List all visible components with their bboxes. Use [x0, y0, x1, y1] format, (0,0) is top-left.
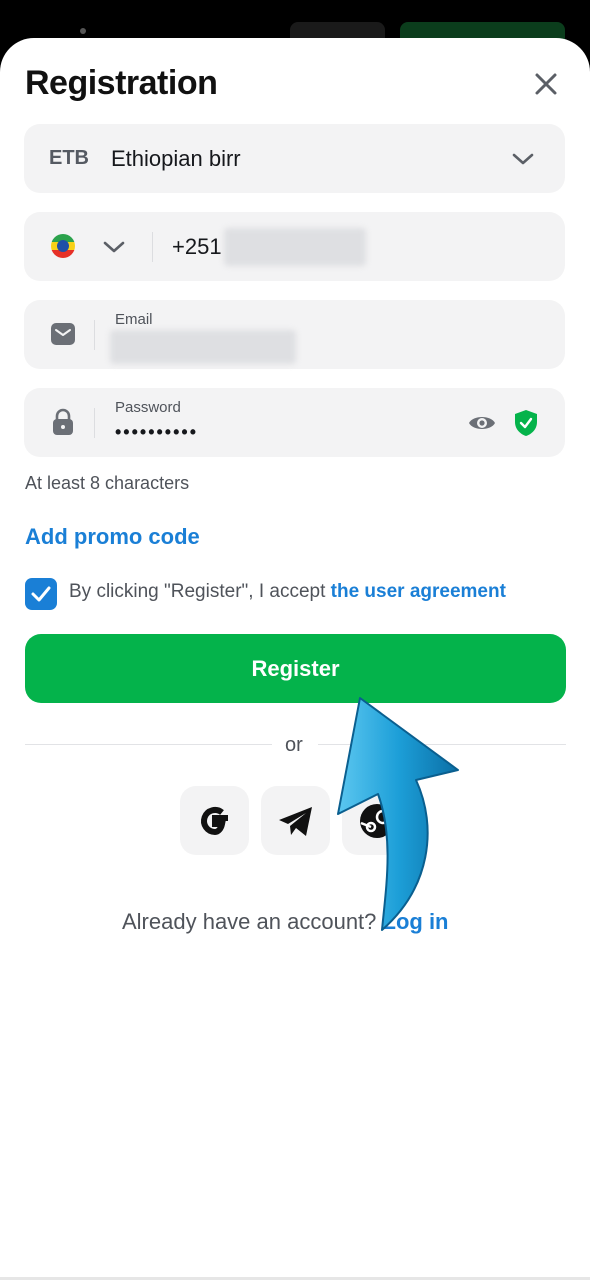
password-label: Password [115, 399, 181, 416]
add-promo-code-link[interactable]: Add promo code [25, 524, 200, 550]
phone-field[interactable]: +251 [24, 212, 565, 281]
shield-check-icon [514, 409, 538, 442]
google-icon [200, 806, 228, 835]
registration-sheet: Registration ETB Ethiopian birr +251 Ema… [0, 38, 590, 1280]
user-agreement-link[interactable]: the user agreement [331, 581, 506, 602]
email-value-redacted [110, 330, 296, 364]
telegram-login-button[interactable] [261, 786, 330, 855]
chevron-down-icon [511, 147, 535, 176]
email-label: Email [115, 311, 153, 328]
phone-number-redacted [224, 228, 366, 266]
currency-select[interactable]: ETB Ethiopian birr [24, 124, 565, 193]
field-divider [94, 408, 95, 438]
lock-icon [52, 408, 74, 441]
password-hint: At least 8 characters [25, 473, 190, 493]
password-value: •••••••••• [115, 422, 199, 442]
log-in-link[interactable]: Log in [383, 909, 449, 934]
email-field[interactable]: Email [24, 300, 565, 369]
eye-icon[interactable] [468, 412, 496, 439]
register-button[interactable]: Register [25, 634, 566, 703]
ethiopia-flag-icon [51, 234, 75, 258]
page-title: Registration [25, 64, 218, 102]
country-chevron-down-icon[interactable] [102, 235, 126, 264]
currency-code: ETB [49, 147, 89, 169]
phone-country-code: +251 [172, 234, 222, 259]
currency-name: Ethiopian birr [111, 146, 241, 171]
or-divider-label: or [285, 734, 303, 756]
login-prompt-text: Already have an account? [122, 909, 383, 934]
checkmark-icon [31, 586, 51, 602]
telegram-icon [278, 806, 312, 836]
password-field[interactable]: Password •••••••••• [24, 388, 565, 457]
close-icon[interactable] [530, 68, 562, 100]
mail-icon [50, 322, 76, 351]
field-divider [152, 232, 153, 262]
agreement-text: By clicking "Register", I accept the use… [69, 581, 506, 603]
steam-login-button[interactable] [342, 786, 411, 855]
register-button-label: Register [251, 655, 340, 681]
google-login-button[interactable] [180, 786, 249, 855]
divider-line-right [318, 744, 566, 745]
agreement-checkbox[interactable] [25, 578, 57, 610]
field-divider [94, 320, 95, 350]
steam-icon [359, 803, 394, 838]
login-prompt: Already have an account? Log in [122, 909, 449, 935]
status-dot [80, 28, 86, 34]
agreement-label: By clicking "Register", I accept [69, 581, 331, 602]
divider-line-left [25, 744, 272, 745]
